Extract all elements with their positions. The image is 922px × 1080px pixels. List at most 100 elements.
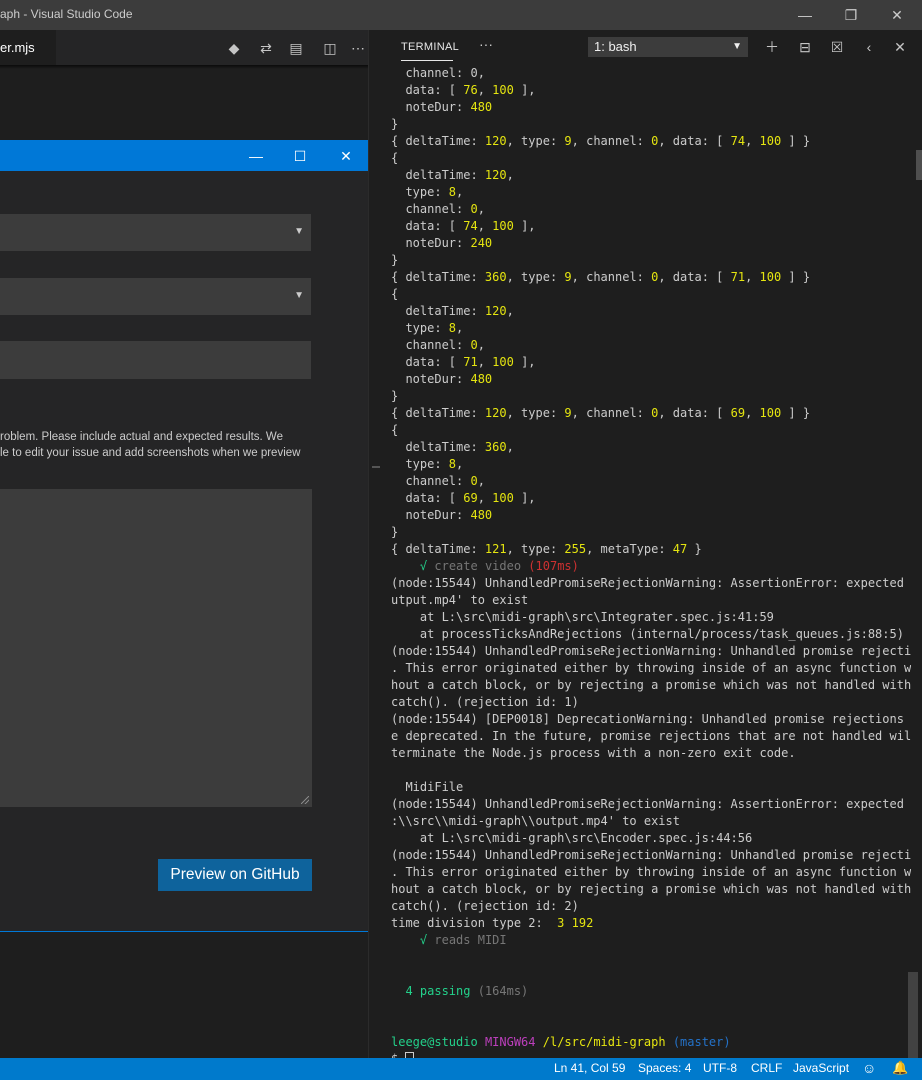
terminal-text: (node:15544) [DEP0018] DeprecationWarnin… [391, 712, 911, 726]
terminal-text: { [391, 423, 399, 437]
git-compare-icon[interactable]: ◆ [224, 38, 244, 58]
terminal-line: noteDur: 480 [391, 99, 911, 116]
trash-icon[interactable]: ☒ [826, 36, 848, 58]
terminal-text: leege@studio [391, 1035, 478, 1049]
cursor-position[interactable]: Ln 41, Col 59 [554, 1061, 625, 1075]
terminal-text: ] } [781, 270, 811, 284]
terminal-text: /l/src/midi-graph [542, 1035, 666, 1049]
terminal-text: 255 [564, 542, 587, 556]
chevron-down-icon: ▼ [732, 41, 742, 52]
terminal-text: , channel: [571, 270, 652, 284]
terminal-line: channel: 0, [391, 473, 911, 490]
terminal-line: (node:15544) UnhandledPromiseRejectionWa… [391, 575, 911, 592]
terminal-text: MINGW64 [484, 1035, 536, 1049]
smiley-icon[interactable]: ☺ [862, 1060, 876, 1076]
terminal-text: , channel: [571, 134, 652, 148]
terminal-output[interactable]: channel: 0, data: [ 76, 100 ], noteDur: … [391, 65, 911, 1058]
terminal-text: at L:\src\midi-graph\src\Integrater.spec… [391, 610, 774, 624]
dialog-maximize-icon[interactable]: ☐ [278, 141, 322, 171]
terminal-text: 120 [484, 304, 507, 318]
terminal-line: data: [ 76, 100 ], [391, 82, 911, 99]
restore-icon[interactable]: ❐ [828, 0, 874, 30]
dialog-titlebar: — ☐ ✕ [0, 141, 369, 171]
description-line: le to edit your issue and add screenshot… [0, 447, 301, 459]
terminal-line: :\\src\\midi-graph\\output.mp4' to exist [391, 813, 911, 830]
resize-grip-icon[interactable] [301, 796, 309, 804]
issue-type-select[interactable]: ▼ [0, 214, 311, 251]
encoding[interactable]: UTF-8 [703, 1061, 737, 1075]
panel-more-icon[interactable]: ··· [479, 36, 493, 52]
preview-on-github-button[interactable]: Preview on GitHub [158, 859, 312, 891]
terminal-line: type: 8, [391, 320, 911, 337]
issue-source-select[interactable]: ▼ [0, 278, 311, 315]
preview-icon[interactable]: ▤ [286, 38, 306, 58]
add-icon[interactable]: ＋ [761, 36, 783, 58]
terminal-text: { deltaTime: [391, 542, 485, 556]
terminal-text: 100 [759, 270, 782, 284]
panel-sash[interactable] [368, 30, 380, 1058]
tab-active-indicator [401, 60, 453, 61]
terminal-text: 8 [448, 185, 457, 199]
terminal-text: , data: [ [658, 134, 731, 148]
split-editor-icon[interactable]: ◫ [320, 38, 340, 58]
close-icon[interactable]: ✕ [889, 36, 911, 58]
chevron-left-icon[interactable]: ‹ [858, 36, 880, 58]
terminal-text: channel: [391, 202, 471, 216]
terminal-text: . This error originated either by throwi… [391, 661, 911, 675]
terminal-text: { deltaTime: [391, 134, 485, 148]
end-of-line[interactable]: CRLF [751, 1061, 782, 1075]
dialog-close-icon[interactable]: ✕ [324, 141, 368, 171]
terminal-scrollbar[interactable] [908, 972, 918, 1058]
terminal-text: , [456, 457, 464, 471]
terminal-line: noteDur: 480 [391, 507, 911, 524]
terminal-select[interactable]: 1: bash ▼ [588, 37, 748, 57]
sash-marker [372, 466, 380, 468]
terminal-line: } [391, 524, 911, 541]
terminal-text: 71 [463, 355, 478, 369]
terminal-text: 0 [470, 202, 478, 216]
terminal-line: { deltaTime: 360, type: 9, channel: 0, d… [391, 269, 911, 286]
terminal-line: leege@studio MINGW64 /l/src/midi-graph (… [391, 1034, 911, 1051]
language-mode[interactable]: JavaScript [793, 1061, 849, 1075]
terminal-line: . This error originated either by throwi… [391, 864, 911, 881]
terminal-text: hout a catch block, or by rejecting a pr… [391, 882, 911, 896]
indentation[interactable]: Spaces: 4 [638, 1061, 691, 1075]
terminal-text: data: [ [391, 491, 464, 505]
terminal-text: deltaTime: [391, 168, 485, 182]
terminal-text: , [477, 491, 493, 505]
bell-icon[interactable]: 🔔 [892, 1060, 908, 1076]
terminal-text: 480 [470, 100, 493, 114]
terminal-line: (node:15544) UnhandledPromiseRejectionWa… [391, 796, 911, 813]
dialog-minimize-icon[interactable]: — [234, 141, 278, 171]
terminal-text: (node:15544) UnhandledPromiseRejectionWa… [391, 576, 911, 590]
tab-terminal[interactable]: TERMINAL [401, 41, 459, 53]
split-icon[interactable]: ⊟ [794, 36, 816, 58]
issue-title-input[interactable] [0, 341, 311, 379]
editor-shadow [0, 65, 368, 69]
terminal-text: , type: [506, 134, 565, 148]
git-pull-request-icon[interactable]: ⇄ [256, 38, 276, 58]
issue-description-textarea[interactable] [0, 489, 312, 807]
terminal-text: MidiFile [391, 780, 464, 794]
terminal-line: } [391, 388, 911, 405]
minimize-icon[interactable]: — [782, 0, 828, 30]
terminal-text: 8 [448, 321, 457, 335]
terminal-text: 360 [484, 440, 507, 454]
terminal-text: 47 [672, 542, 688, 556]
terminal-line: e deprecated. In the future, promise rej… [391, 728, 911, 745]
terminal-scrollbar-top[interactable] [916, 150, 922, 180]
terminal-line: { deltaTime: 120, type: 9, channel: 0, d… [391, 405, 911, 422]
window-title: aph - Visual Studio Code [0, 7, 133, 21]
editor-tab[interactable]: er.mjs [0, 30, 56, 65]
more-icon[interactable]: ⋯ [348, 38, 368, 58]
terminal-text: 360 [484, 270, 507, 284]
terminal-line: MidiFile [391, 779, 911, 796]
terminal-line: hout a catch block, or by rejecting a pr… [391, 677, 911, 694]
close-icon[interactable]: ✕ [874, 0, 920, 30]
